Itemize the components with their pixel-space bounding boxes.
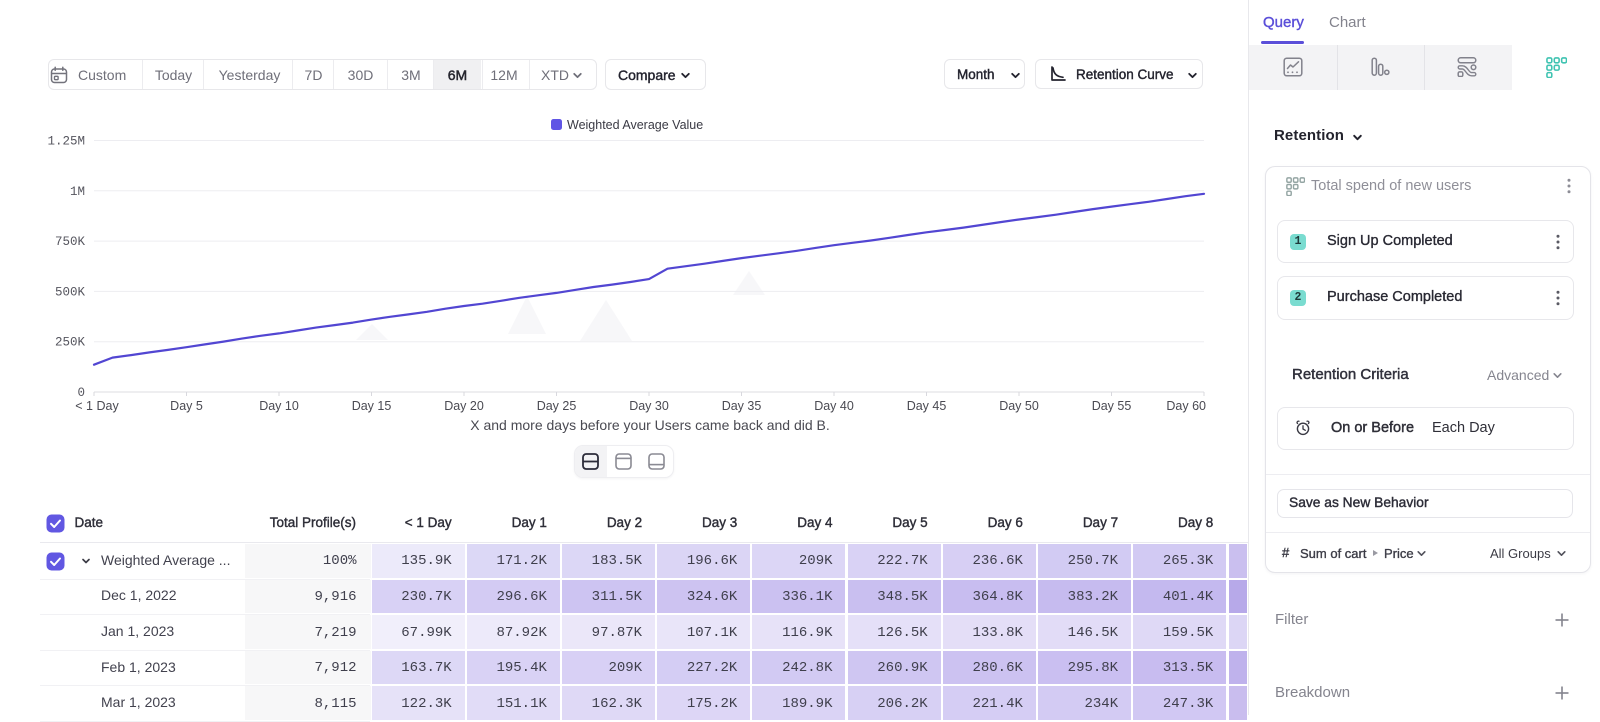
svg-text:750K: 750K — [55, 235, 86, 249]
svg-text:1.25M: 1.25M — [47, 135, 85, 149]
svg-text:Day 50: Day 50 — [999, 399, 1039, 413]
svg-text:Day 45: Day 45 — [907, 399, 947, 413]
svg-text:500K: 500K — [55, 285, 86, 299]
svg-text:Day 10: Day 10 — [259, 399, 299, 413]
svg-text:Day 25: Day 25 — [537, 399, 577, 413]
svg-text:Day 60: Day 60 — [1166, 399, 1206, 413]
svg-text:1M: 1M — [70, 185, 85, 199]
svg-text:Day 55: Day 55 — [1092, 399, 1132, 413]
svg-text:250K: 250K — [55, 336, 86, 350]
svg-text:Day 35: Day 35 — [722, 399, 762, 413]
svg-text:Day 15: Day 15 — [352, 399, 392, 413]
svg-text:0: 0 — [77, 386, 85, 400]
svg-text:X and more days before your Us: X and more days before your Users came b… — [470, 417, 830, 433]
svg-text:Day 40: Day 40 — [814, 399, 854, 413]
svg-text:< 1 Day: < 1 Day — [75, 399, 119, 413]
svg-text:Day 5: Day 5 — [170, 399, 203, 413]
svg-text:Day 30: Day 30 — [629, 399, 669, 413]
svg-text:Day 20: Day 20 — [444, 399, 484, 413]
